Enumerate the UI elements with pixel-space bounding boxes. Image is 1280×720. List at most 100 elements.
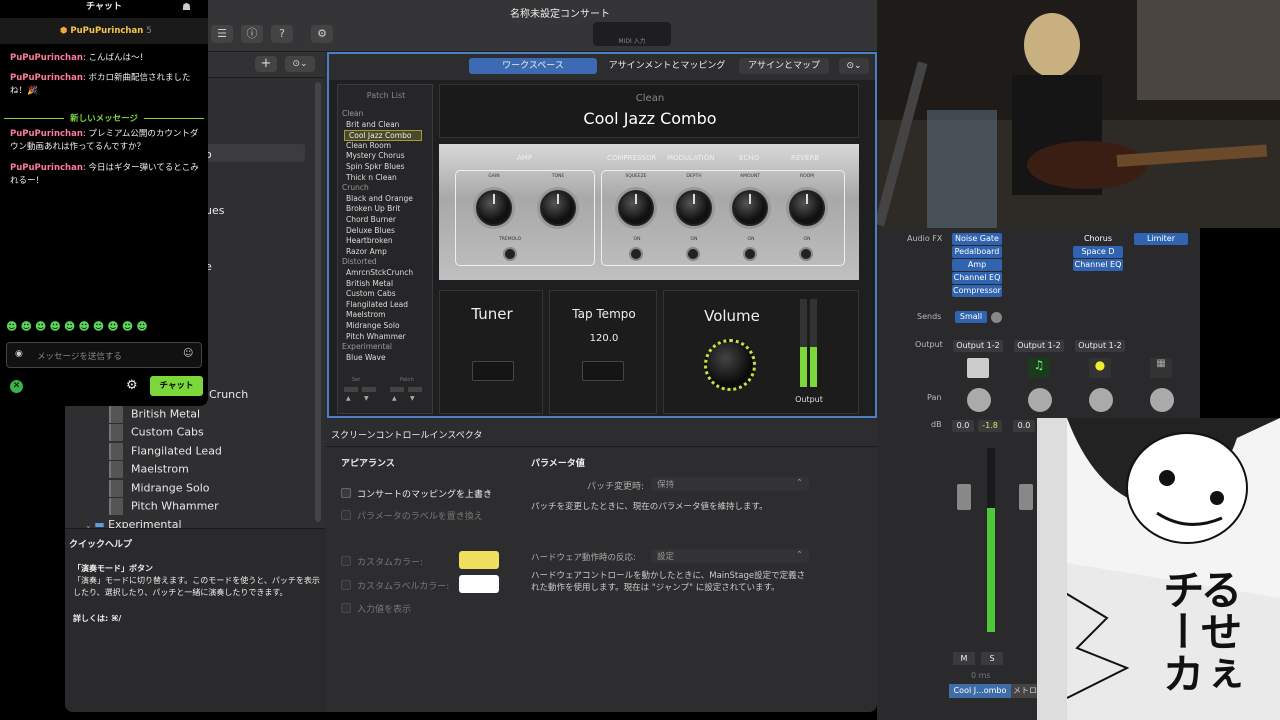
set-prev-button[interactable] [344, 387, 358, 392]
metronome-icon[interactable]: ● [1089, 358, 1111, 378]
patch-item[interactable]: Spin Spkr Blues [346, 162, 405, 171]
send-slot[interactable]: Small [955, 311, 987, 323]
emote-row[interactable]: ☻☻☻☻☻☻☻☻☻☻ [6, 320, 202, 336]
modulation-switch[interactable] [686, 247, 700, 261]
instrument-icon[interactable] [967, 358, 989, 378]
custom-label-color-checkbox[interactable] [341, 580, 351, 590]
fx-slot[interactable]: Limiter [1134, 233, 1188, 245]
depth-knob[interactable] [676, 190, 712, 226]
patch-next-button[interactable] [408, 387, 422, 392]
pan-knob[interactable] [1150, 388, 1174, 412]
patch-item[interactable]: Midrange Solo [346, 321, 400, 330]
volume-knob[interactable] [704, 339, 756, 391]
patch-item[interactable]: AmrcnStckCrunch [346, 268, 413, 277]
output-select[interactable]: Output 1-2 [953, 340, 1003, 352]
patch-item[interactable]: Cool Jazz Combo [344, 130, 422, 142]
patch-item[interactable]: Heartbroken [346, 236, 393, 245]
squeeze-knob[interactable] [618, 190, 654, 226]
pan-knob[interactable] [967, 388, 991, 412]
tab-assignments-mapping[interactable]: アサインメントとマッピング [601, 58, 733, 74]
down-arrow-icon[interactable]: ▼ [410, 395, 415, 402]
echo-switch[interactable] [743, 247, 757, 261]
patch-item[interactable]: Mystery Chorus [346, 151, 405, 160]
solo-button[interactable]: S [981, 652, 1003, 665]
send-knob[interactable] [991, 312, 1002, 323]
replace-labels-checkbox[interactable] [341, 510, 351, 520]
tab-workspace[interactable]: ワークスペース [469, 58, 597, 74]
channel-points-icon[interactable]: ◉ [15, 349, 23, 359]
tuner-button[interactable] [472, 361, 514, 381]
volume-fader[interactable] [1019, 484, 1033, 510]
amount-knob[interactable] [732, 190, 768, 226]
scrollbar[interactable] [315, 82, 321, 522]
up-arrow-icon[interactable]: ▲ [392, 395, 397, 402]
patch-item[interactable]: Chord Burner [346, 215, 396, 224]
list-item[interactable]: Custom Cabs [109, 424, 204, 442]
list-item[interactable]: Crunch [209, 388, 248, 406]
chat-input[interactable]: ◉ メッセージを送信する ☺ [6, 342, 202, 368]
more-options-button[interactable]: ⊙⌄ [285, 56, 315, 72]
output-select[interactable]: Output 1-2 [1075, 340, 1125, 352]
pan-knob[interactable] [1089, 388, 1113, 412]
patch-item[interactable]: Clean Room [346, 141, 391, 150]
list-item[interactable]: Flangilated Lead [109, 443, 222, 461]
patch-item[interactable]: Brit and Clean [346, 120, 399, 129]
info-icon[interactable]: ⓘ [241, 25, 263, 43]
patch-item[interactable]: Black and Orange [346, 194, 413, 203]
set-next-button[interactable] [362, 387, 376, 392]
fx-slot[interactable]: Noise Gate [952, 233, 1002, 245]
output-select[interactable]: Output 1-2 [1014, 340, 1064, 352]
list-item[interactable]: Maelstrom [109, 461, 189, 479]
patch-item[interactable]: Razor Amp [346, 247, 387, 256]
gain-knob[interactable] [476, 190, 512, 226]
tremolo-switch[interactable] [503, 247, 517, 261]
pan-knob[interactable] [1028, 388, 1052, 412]
custom-label-color-swatch[interactable] [459, 575, 499, 593]
mute-button[interactable]: M [953, 652, 975, 665]
fx-slot[interactable]: Pedalboard [952, 246, 1002, 258]
list-item[interactable]: Midrange Solo [109, 480, 210, 498]
tap-tempo-button[interactable] [582, 361, 624, 381]
patch-item[interactable]: Pitch Whammer [346, 332, 406, 341]
music-note-icon[interactable]: ♫ [1028, 358, 1050, 378]
patch-item[interactable]: Flangilated Lead [346, 300, 408, 309]
patch-change-select[interactable]: 保持 ⌃ [651, 477, 809, 491]
close-badge-icon[interactable]: ✕ [10, 380, 23, 393]
patch-item[interactable]: British Metal [346, 279, 393, 288]
fx-slot[interactable]: Chorus [1073, 233, 1123, 245]
emoji-icon[interactable]: ☺ [183, 348, 193, 359]
fx-slot[interactable]: Space D [1073, 246, 1123, 258]
patch-item[interactable]: Custom Cabs [346, 289, 396, 298]
compressor-switch[interactable] [629, 247, 643, 261]
settings-gear-icon[interactable]: ⚙ [126, 378, 138, 393]
fx-slot[interactable]: Compressor [952, 285, 1002, 297]
patch-item[interactable]: Broken Up Brit [346, 204, 400, 213]
room-knob[interactable] [789, 190, 825, 226]
quick-help-link[interactable]: 詳しくは: ⌘/ [73, 613, 321, 625]
channel-name[interactable]: Cool J...ombo [949, 684, 1011, 698]
patch-item[interactable]: Maelstrom [346, 310, 385, 319]
up-arrow-icon[interactable]: ▲ [346, 395, 351, 402]
chat-send-button[interactable]: チャット [150, 376, 203, 396]
more-options-button[interactable]: ⊙⌄ [839, 58, 869, 74]
volume-fader[interactable] [957, 484, 971, 510]
patch-item[interactable]: Deluxe Blues [346, 226, 395, 235]
users-icon[interactable]: ☗ [182, 2, 191, 13]
override-checkbox[interactable] [341, 488, 351, 498]
tab-assign-map[interactable]: アサインとマップ [739, 58, 829, 74]
list-icon[interactable]: ☰ [211, 25, 233, 43]
list-item[interactable]: Pitch Whammer [109, 498, 219, 516]
list-item[interactable]: British Metal [109, 406, 200, 424]
fx-slot[interactable]: Channel EQ [1073, 259, 1123, 271]
fx-slot[interactable]: Amp [952, 259, 1002, 271]
add-patch-button[interactable]: + [255, 56, 277, 72]
wrench-icon[interactable]: ⚙ [311, 25, 333, 43]
help-icon[interactable]: ? [271, 25, 293, 43]
output-icon[interactable]: ▦ [1150, 358, 1172, 378]
channel-name[interactable]: メトロ [1011, 684, 1039, 698]
down-arrow-icon[interactable]: ▼ [364, 395, 369, 402]
reverb-switch[interactable] [799, 247, 813, 261]
show-input-checkbox[interactable] [341, 603, 351, 613]
fx-slot[interactable]: Channel EQ [952, 272, 1002, 284]
patch-prev-button[interactable] [390, 387, 404, 392]
